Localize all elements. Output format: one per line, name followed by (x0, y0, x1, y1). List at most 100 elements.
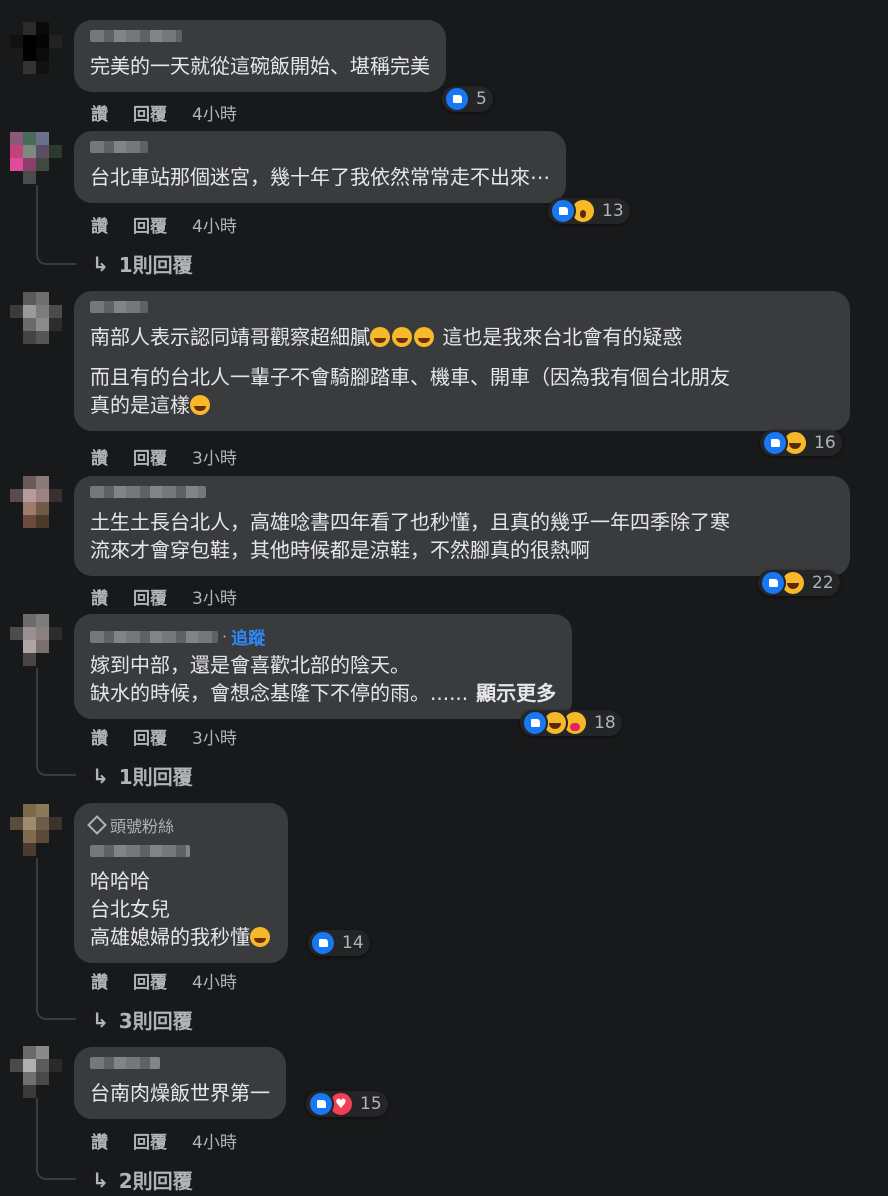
like-button[interactable]: 讚 (91, 584, 108, 609)
comment-bubble: 台北車站那個迷宮，幾十年了我依然常常走不出來⋯ (74, 131, 566, 203)
comment-bubble: 頭號粉絲 哈哈哈 台北女兒 高雄媳婦的我秒懂 (74, 803, 288, 963)
timestamp[interactable]: 4小時 (192, 212, 237, 237)
comment-text: 台南肉燥飯世界第一 (90, 1081, 270, 1105)
timestamp[interactable]: 4小時 (192, 100, 237, 125)
avatar[interactable] (10, 292, 62, 344)
reply-button[interactable]: 回覆 (133, 100, 167, 125)
comment-text: 完美的一天就從這碗飯開始、堪稱完美 (90, 54, 430, 78)
thread-connector (36, 756, 76, 776)
replies-count: 3則回覆 (118, 1009, 193, 1033)
comment-text: 流來才會穿包鞋，其他時候都是涼鞋，不然腳真的很熱啊 (90, 538, 590, 562)
timestamp[interactable]: 3小時 (192, 444, 237, 469)
like-reaction-icon (310, 930, 336, 956)
laughing-emoji-icon (370, 327, 390, 347)
see-more-link[interactable]: 顯示更多 (476, 681, 556, 705)
author-name[interactable] (90, 141, 148, 153)
laughing-emoji-icon (414, 327, 434, 347)
avatar[interactable] (10, 804, 62, 856)
reaction-count: 15 (360, 1094, 382, 1114)
reply-arrow-icon: ↳ (92, 251, 109, 276)
like-reaction-icon (550, 198, 576, 224)
reply-button[interactable]: 回覆 (133, 584, 167, 609)
avatar[interactable] (10, 132, 62, 184)
reply-button[interactable]: 回覆 (133, 212, 167, 237)
comment-bubble: 完美的一天就從這碗飯開始、堪稱完美 (74, 20, 446, 92)
comment-actions: 讚 回覆 3小時 (91, 444, 237, 469)
reaction-count: 13 (602, 201, 624, 221)
like-reaction-icon (308, 1091, 334, 1117)
timestamp[interactable]: 4小時 (192, 968, 237, 993)
follow-button[interactable]: 追蹤 (231, 624, 265, 649)
timestamp[interactable]: 3小時 (192, 584, 237, 609)
laughing-emoji-icon (392, 327, 412, 347)
reply-button[interactable]: 回覆 (133, 968, 167, 993)
reaction-count: 14 (342, 933, 364, 953)
author-name[interactable] (90, 845, 190, 857)
comment-actions: 讚 回覆 4小時 (91, 1128, 237, 1153)
comment-actions: 讚 回覆 4小時 (91, 100, 237, 125)
comment-text: 嫁到中部，還是會喜歡北部的陰天。 (90, 653, 410, 677)
timestamp[interactable]: 4小時 (192, 1128, 237, 1153)
author-name[interactable] (90, 486, 206, 498)
avatar[interactable] (10, 614, 62, 666)
comment-actions: 讚 回覆 4小時 (91, 968, 237, 993)
comment-text: 真的是這樣 (90, 391, 834, 419)
comment-bubble: 台南肉燥飯世界第一 (74, 1047, 286, 1119)
view-replies-link[interactable]: ↳ 1則回覆 (92, 249, 193, 278)
thread-line (36, 1098, 38, 1162)
reply-button[interactable]: 回覆 (133, 1128, 167, 1153)
author-name[interactable] (90, 1057, 160, 1069)
like-button[interactable]: 讚 (91, 1128, 108, 1153)
timestamp[interactable]: 3小時 (192, 724, 237, 749)
reactions-summary[interactable]: 5 (442, 86, 493, 112)
grinning-emoji-icon (250, 927, 270, 947)
replies-count: 1則回覆 (118, 765, 193, 789)
comment-bubble: · 追蹤 嫁到中部，還是會喜歡北部的陰天。 缺水的時候，會想念基隆下不停的雨。.… (74, 614, 573, 719)
reactions-summary[interactable]: 13 (548, 198, 630, 224)
reactions-summary[interactable]: 22 (758, 570, 840, 596)
view-replies-link[interactable]: ↳ 2則回覆 (92, 1165, 193, 1194)
like-reaction-icon (760, 570, 786, 596)
comment-text: 南部人表示認同靖哥觀察超細膩 這也是我來台北會有的疑惑 (90, 323, 834, 351)
avatar[interactable] (10, 22, 62, 74)
diamond-icon (87, 815, 107, 835)
avatar[interactable] (10, 1046, 62, 1098)
author-name[interactable] (90, 630, 218, 643)
comment-text: 高雄媳婦的我秒懂 (90, 923, 272, 951)
comment-text-part: 缺水的時候，會想念基隆下不停的雨。...... (90, 681, 469, 705)
like-button[interactable]: 讚 (91, 724, 108, 749)
reactions-summary[interactable]: 16 (760, 430, 842, 456)
thread-connector (36, 1160, 76, 1180)
reaction-count: 22 (812, 573, 834, 593)
comment-text: 台北女兒 (90, 897, 170, 921)
like-button[interactable]: 讚 (91, 212, 108, 237)
like-button[interactable]: 讚 (91, 444, 108, 469)
author-name[interactable] (90, 30, 182, 42)
reply-arrow-icon: ↳ (92, 1007, 109, 1032)
comment-text-part: 高雄媳婦的我秒懂 (90, 925, 250, 949)
replies-count: 2則回覆 (118, 1169, 193, 1193)
reply-button[interactable]: 回覆 (133, 444, 167, 469)
reply-arrow-icon: ↳ (92, 763, 109, 788)
like-reaction-icon (522, 710, 548, 736)
thread-connector (36, 1000, 76, 1020)
avatar[interactable] (10, 476, 62, 528)
reactions-summary[interactable]: 14 (308, 930, 370, 956)
view-replies-link[interactable]: ↳ 3則回覆 (92, 1005, 193, 1034)
reactions-summary[interactable]: 15 (306, 1091, 388, 1117)
reply-button[interactable]: 回覆 (133, 724, 167, 749)
view-replies-link[interactable]: ↳ 1則回覆 (92, 761, 193, 790)
comment-actions: 讚 回覆 4小時 (91, 212, 237, 237)
thread-line (36, 858, 38, 1002)
comment-text-part: 南部人表示認同靖哥觀察超細膩 (90, 325, 370, 349)
thread-line (36, 668, 38, 758)
like-reaction-icon (762, 430, 788, 456)
replies-count: 1則回覆 (118, 253, 193, 277)
reactions-summary[interactable]: 18 (520, 710, 622, 736)
comment-bubble: 土生土長台北人，高雄唸書四年看了也秒懂，且真的幾乎一年四季除了寒 流來才會穿包鞋… (74, 476, 850, 576)
like-button[interactable]: 讚 (91, 968, 108, 993)
like-button[interactable]: 讚 (91, 100, 108, 125)
author-name[interactable] (90, 301, 148, 313)
comment-text: 哈哈哈 (90, 869, 150, 893)
reaction-count: 16 (814, 433, 836, 453)
